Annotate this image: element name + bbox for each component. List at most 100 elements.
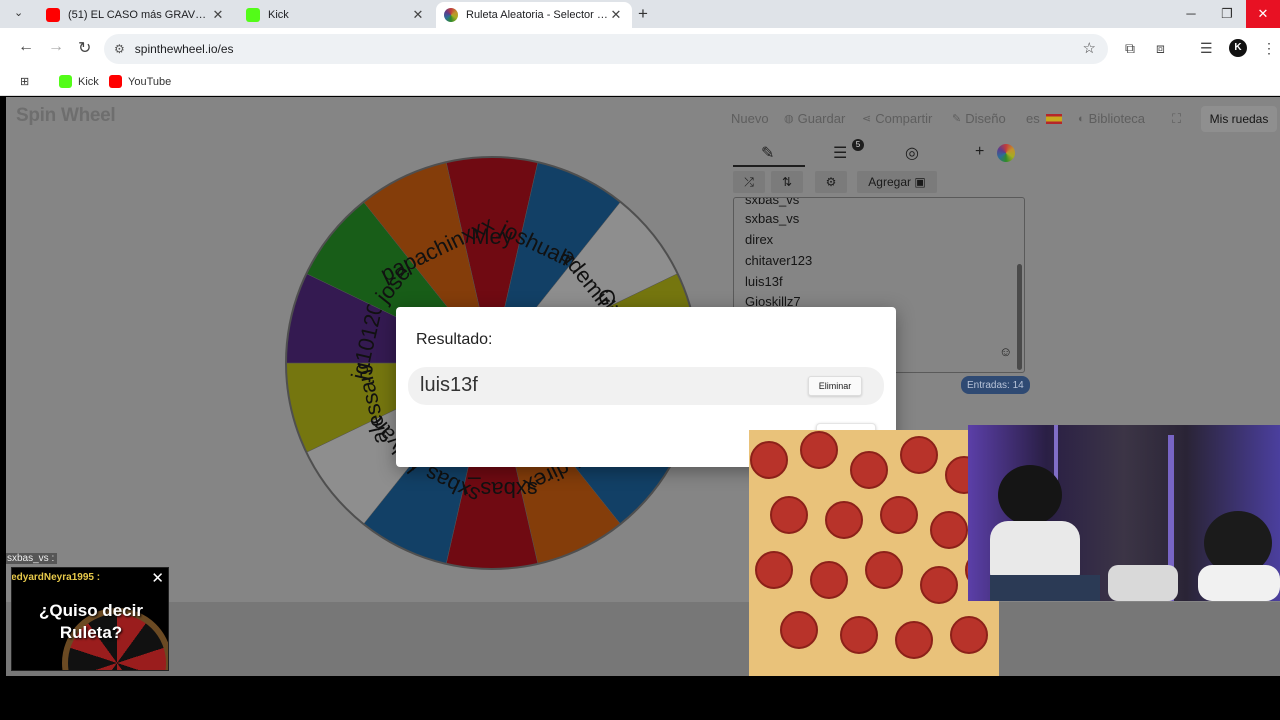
bookmark-kick[interactable]: Kick (59, 75, 99, 88)
tab-title: Kick (268, 9, 289, 21)
menu-icon[interactable]: ⋮ (1262, 40, 1276, 57)
browser-toolbar: ← → ↻ ⚙ spinthewheel.io/es ☆ ⧉ ⧈ ☰ ⋮ (0, 28, 1280, 70)
url-text: spinthewheel.io/es (134, 42, 234, 56)
pizza-overlay-image (749, 430, 999, 676)
nav-language[interactable]: es (1026, 111, 1062, 126)
brush-icon: ✎ (952, 113, 962, 125)
edit-pencil-icon[interactable]: ✎ (761, 143, 774, 163)
share-icon: ⋖ (862, 113, 872, 125)
spain-flag-icon (1045, 113, 1062, 124)
kick-icon (59, 75, 72, 88)
settings-gear-button[interactable]: ⚙ (815, 171, 847, 193)
restore-icon[interactable]: ❐ (1211, 0, 1243, 28)
apps-grid-icon[interactable]: ⊞ (20, 75, 29, 88)
mis-ruedas-button[interactable]: Mis ruedas (1201, 106, 1277, 132)
new-tab-button[interactable]: + (638, 4, 648, 24)
nav-compartir[interactable]: ⋖ Compartir (862, 111, 932, 126)
tab-search-dropdown-icon[interactable]: ⌄ (14, 6, 23, 19)
close-window-icon[interactable]: ✕ (1246, 0, 1280, 28)
pepperoni (850, 451, 888, 489)
forward-icon[interactable]: → (48, 38, 64, 56)
fullscreen-icon[interactable]: ⛶ (1172, 111, 1181, 127)
screen-bottom-bar (0, 676, 1280, 720)
meme-caption-line: ¿Quiso decir (39, 601, 143, 620)
page-footer-band (6, 602, 1280, 676)
youtube-icon (109, 75, 122, 88)
entries-scrollbar[interactable] (1017, 264, 1022, 370)
profile-avatar[interactable]: K (1229, 39, 1247, 57)
nav-guardar[interactable]: ◍ Guardar (784, 111, 845, 126)
entry-line: chitaver123 (745, 253, 813, 268)
close-tab-icon[interactable]: ✕ (608, 7, 624, 23)
pepperoni (825, 501, 863, 539)
nav-diseno[interactable]: ✎ Diseño (952, 111, 1006, 126)
translate-icon[interactable]: ⧉ (1125, 40, 1135, 57)
color-wheel-icon[interactable] (997, 144, 1015, 162)
brand-logo[interactable]: Spin Wheel (16, 105, 116, 127)
nav-biblioteca[interactable]: ◐ Biblioteca (1078, 111, 1145, 126)
image-icon: ▣ (914, 175, 926, 189)
address-bar[interactable]: ⚙ spinthewheel.io/es ☆ (104, 34, 1108, 64)
meme-username: LedyardNeyra1995 : (11, 572, 101, 583)
dialog-title: Resultado: (416, 331, 493, 348)
entry-line: sxbas_vs (745, 197, 800, 207)
tab-title: Ruleta Aleatoria - Selector Perso (466, 9, 608, 21)
back-icon[interactable]: ← (18, 38, 34, 56)
nav-nuevo[interactable]: Nuevo (731, 111, 769, 126)
editor-tabs: ✎ ☰ 5 ◎ + (733, 139, 1023, 167)
agregar-image-button[interactable]: Agregar ▣ (857, 171, 937, 193)
close-tab-icon[interactable]: ✕ (410, 7, 426, 23)
meme-caption: ¿Quiso decir Ruleta? (12, 600, 168, 644)
pepperoni (920, 566, 958, 604)
save-icon: ◍ (784, 113, 794, 125)
screen: ⌄ (51) EL CASO más GRAVE del ST ✕ Kick ✕… (0, 0, 1280, 720)
nav-label: Guardar (797, 111, 846, 126)
sort-button[interactable]: ⇅ (771, 171, 803, 193)
site-info-icon[interactable]: ⚙ (114, 42, 125, 56)
meme-caption-line: Ruleta? (59, 623, 123, 642)
bookmark-label: Kick (78, 75, 99, 88)
minimize-icon[interactable]: ─ (1175, 0, 1207, 28)
browser-tab-ruleta[interactable]: Ruleta Aleatoria - Selector Perso ✕ (436, 2, 632, 28)
pepperoni (840, 616, 878, 654)
tab-title: (51) EL CASO más GRAVE del ST (68, 9, 210, 21)
browser-tab-youtube[interactable]: (51) EL CASO más GRAVE del ST ✕ (38, 2, 234, 28)
result-row: luis13f Eliminar (408, 367, 884, 405)
pepperoni (755, 551, 793, 589)
emoji-icon[interactable]: ☺ (999, 344, 1012, 359)
agregar-label: Agregar (868, 175, 911, 189)
roulette-meme-overlay: LedyardNeyra1995 : ✕ ¿Quiso decir Ruleta… (11, 567, 169, 671)
shuffle-button[interactable]: ⤮ (733, 171, 765, 193)
webcam-overlay (968, 425, 1280, 601)
pepperoni (800, 431, 838, 469)
clipboard-results-icon[interactable]: ☰ (833, 143, 847, 163)
add-icon[interactable]: + (975, 143, 984, 161)
pepperoni (930, 511, 968, 549)
entry-line: luis13f (745, 274, 783, 289)
spinwheel-favicon-icon (444, 8, 458, 22)
nav-label: es (1026, 111, 1040, 126)
pepperoni (750, 441, 788, 479)
browser-tab-kick[interactable]: Kick ✕ (238, 2, 434, 28)
hide-eye-icon[interactable]: ◎ (905, 143, 919, 163)
pepperoni (895, 621, 933, 659)
results-count-badge: 5 (852, 139, 864, 151)
bookmark-youtube[interactable]: YouTube (109, 75, 171, 88)
pepperoni (770, 496, 808, 534)
bookmark-star-icon[interactable]: ☆ (1083, 39, 1096, 57)
entry-line: direx (745, 232, 774, 247)
nav-label: Diseño (965, 111, 1006, 126)
pepperoni (880, 496, 918, 534)
active-tab-indicator (733, 165, 805, 167)
kick-icon (246, 8, 260, 22)
reload-icon[interactable]: ↻ (78, 38, 91, 58)
remove-result-button[interactable]: Eliminar (808, 376, 862, 396)
media-control-icon[interactable]: ☰ (1200, 40, 1213, 57)
close-tab-icon[interactable]: ✕ (210, 7, 226, 23)
pepperoni (810, 561, 848, 599)
nav-label: Biblioteca (1088, 111, 1146, 126)
extensions-icon[interactable]: ⧈ (1156, 40, 1165, 57)
tiny-hint (4, 0, 6, 6)
youtube-icon (46, 8, 60, 22)
bookmarks-bar: ⊞ Kick YouTube (0, 70, 1280, 96)
